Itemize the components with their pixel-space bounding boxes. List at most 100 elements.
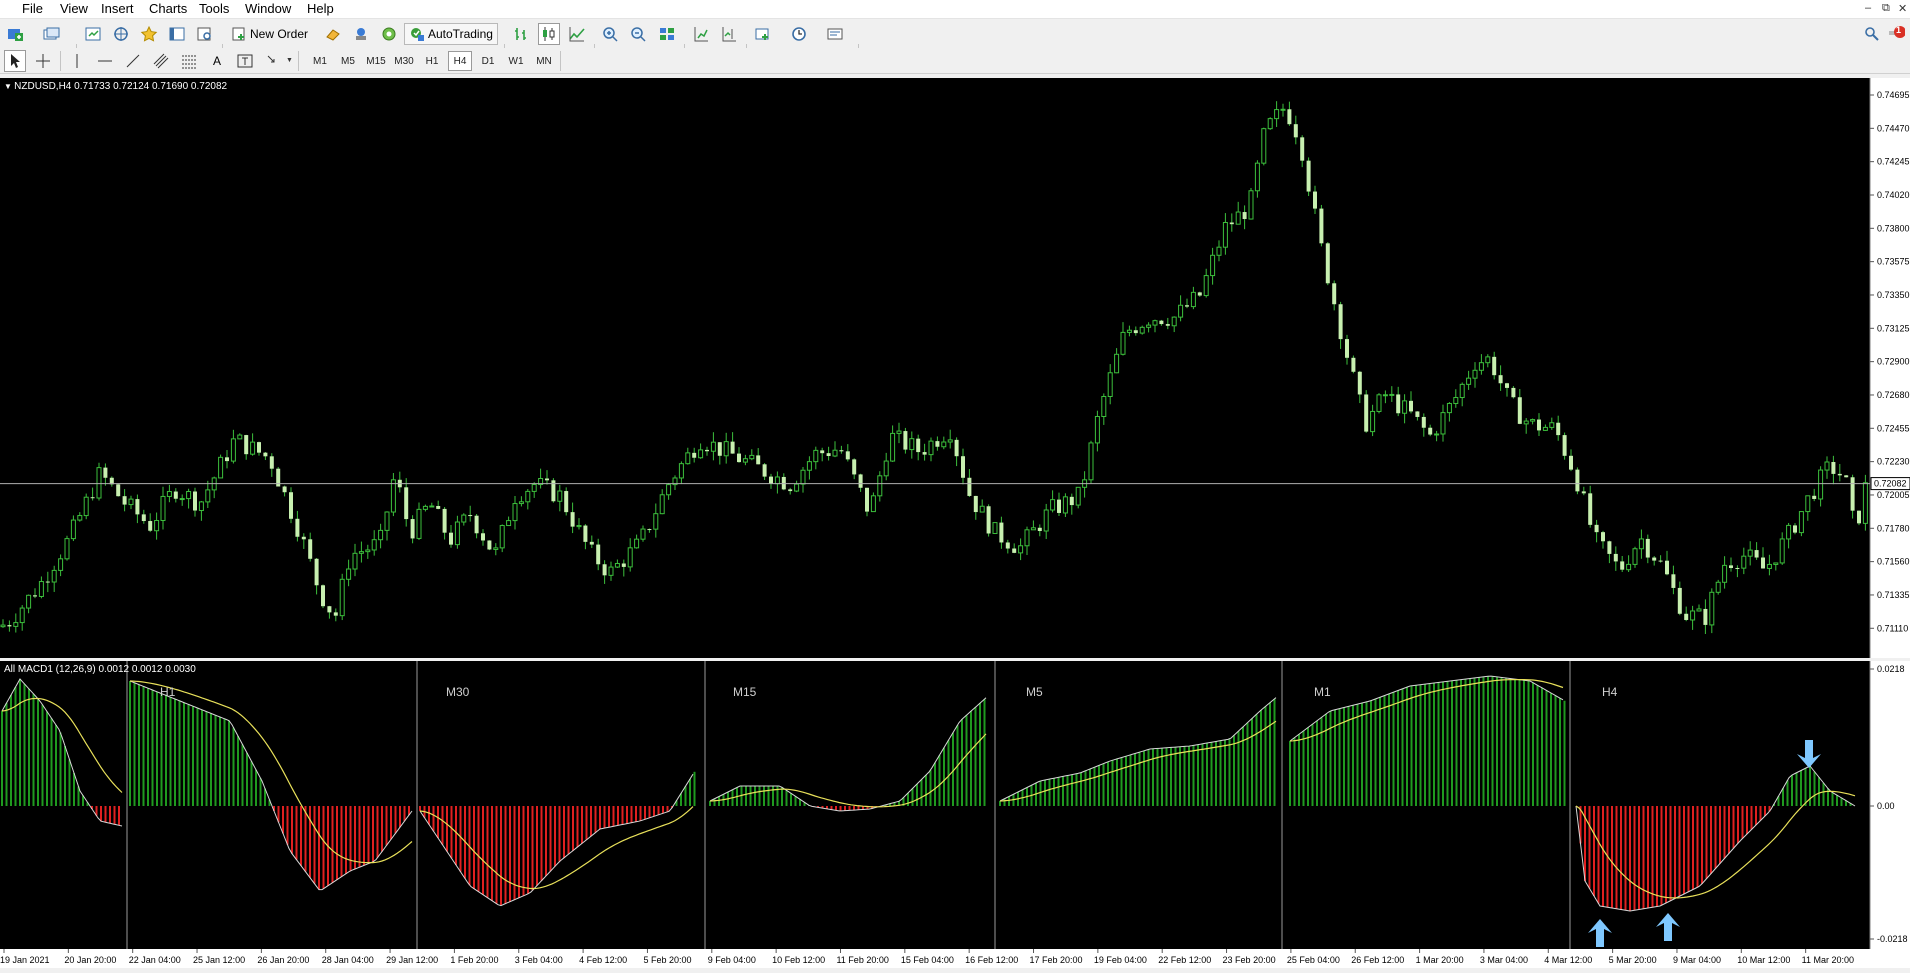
market-data-icon[interactable] <box>322 23 344 45</box>
candle-body-bull <box>1722 564 1728 583</box>
candle-body-bull <box>384 511 390 531</box>
chart-shift-icon[interactable] <box>718 23 740 45</box>
text-tool-icon[interactable]: A <box>206 50 228 72</box>
candle-body-bull <box>19 607 25 624</box>
periods-clock-icon[interactable] <box>788 23 810 45</box>
standard-toolbar: ▼ ▼ New Order <box>0 20 1910 64</box>
macd-svg[interactable]: 0.0218 0.00 -0.0218 <box>0 661 1910 949</box>
candle-body-bear <box>730 441 735 454</box>
text-label-icon[interactable] <box>234 50 256 72</box>
candle-body-bear <box>404 487 409 520</box>
candle-body-bear <box>327 606 332 613</box>
line-chart-icon[interactable] <box>566 23 588 45</box>
candle-body-bear <box>1601 532 1605 542</box>
candle-body-bear <box>1677 587 1682 614</box>
equidistant-channel-icon[interactable] <box>150 50 172 72</box>
menu-help[interactable]: Help <box>307 1 334 16</box>
timeframe-d1-button[interactable]: D1 <box>476 51 500 71</box>
menu-tools[interactable]: Tools <box>199 1 229 16</box>
candle-body-bull <box>1485 356 1491 364</box>
candle-body-bull <box>371 539 377 551</box>
bar-chart-icon[interactable] <box>510 23 532 45</box>
autotrading-button[interactable]: AutoTrading <box>404 23 498 45</box>
timeframe-mn-button[interactable]: MN <box>532 51 556 71</box>
menu-charts[interactable]: Charts <box>149 1 187 16</box>
candlestick-chart-icon[interactable] <box>538 23 560 45</box>
timeframe-m15-button[interactable]: M15 <box>364 51 388 71</box>
favorites-star-icon[interactable] <box>138 23 160 45</box>
search-icon[interactable] <box>1862 23 1882 45</box>
timeframe-w1-button[interactable]: W1 <box>504 51 528 71</box>
navigator-icon[interactable] <box>110 23 132 45</box>
trendline-icon[interactable] <box>122 50 144 72</box>
profiles-icon[interactable] <box>40 23 62 45</box>
arrows-icon[interactable] <box>262 50 284 72</box>
tile-windows-icon[interactable] <box>656 23 678 45</box>
timeframe-h4-button[interactable]: H4 <box>448 51 472 71</box>
new-order-label: New Order <box>250 27 309 41</box>
timeframe-h1-button[interactable]: H1 <box>420 51 444 71</box>
market-watch-icon[interactable] <box>82 23 104 45</box>
zoom-in-icon[interactable] <box>600 23 622 45</box>
triangle-down-icon[interactable]: ▼ <box>4 82 14 91</box>
menu-file[interactable]: File <box>22 1 43 16</box>
cursor-icon[interactable] <box>4 50 26 72</box>
new-order-button[interactable]: New Order <box>228 23 316 45</box>
candle-body-bull <box>992 522 998 534</box>
candle-body-bull <box>883 460 889 477</box>
timeframe-m1-button[interactable]: M1 <box>308 51 332 71</box>
candle-body-bull <box>13 622 19 627</box>
horizontal-line-icon[interactable] <box>94 50 116 72</box>
candle-body-bear <box>1229 222 1234 225</box>
time-tick-label: 26 Jan 20:00 <box>257 955 309 965</box>
candle-body-bear <box>135 499 140 515</box>
timeframe-m30-button[interactable]: M30 <box>392 51 416 71</box>
candle-body-bull <box>1043 509 1049 532</box>
candle-body-bull <box>1050 499 1056 511</box>
macd-indicator-panel[interactable]: 0.0218 0.00 -0.0218 All MACD1 (12,26,9) 0.… <box>0 661 1910 949</box>
candle-body-bear <box>564 491 569 513</box>
chevron-down-icon[interactable]: ▼ <box>286 57 293 64</box>
auto-scroll-icon[interactable] <box>690 23 712 45</box>
candle-body-bear <box>1517 397 1522 424</box>
candle-body-bull <box>742 458 748 463</box>
candle-body-bull <box>928 440 934 456</box>
terminal-window-icon[interactable] <box>166 23 188 45</box>
zoom-out-icon[interactable] <box>628 23 650 45</box>
crosshair-icon[interactable] <box>32 50 54 72</box>
metaeditor-icon[interactable] <box>378 23 400 45</box>
fibonacci-icon[interactable] <box>178 50 200 72</box>
price-chart-svg[interactable]: 0.74695 0.74470 0.74245 0.74020 0.73800 0.735… <box>0 78 1910 667</box>
time-tick-label: 29 Jan 12:00 <box>386 955 438 965</box>
close-button[interactable]: ✕ <box>1898 2 1907 15</box>
notifications-icon[interactable]: 1 <box>1886 23 1906 45</box>
candle-body-bull <box>83 496 89 517</box>
candle-body-bull <box>518 501 524 505</box>
toolbar-separator <box>560 51 561 71</box>
restore-button[interactable]: ⧉ <box>1882 2 1890 15</box>
templates-icon[interactable] <box>824 23 846 45</box>
signals-icon[interactable] <box>350 23 372 45</box>
vertical-line-icon[interactable] <box>66 50 88 72</box>
candle-body-bull <box>365 549 371 553</box>
time-tick-label: 26 Feb 12:00 <box>1351 955 1404 965</box>
candle-body-bull <box>1254 162 1260 192</box>
candle-body-bull <box>160 495 166 522</box>
price-chart-panel[interactable]: 0.74695 0.74470 0.74245 0.74020 0.73800 0.735… <box>0 78 1910 667</box>
candle-body-bull <box>1747 549 1753 557</box>
candle-body-bear <box>295 518 300 537</box>
new-chart-icon[interactable] <box>4 23 26 45</box>
candle-body-bull <box>198 501 204 512</box>
candle-body-bull <box>659 494 665 515</box>
minimize-button[interactable]: – <box>1865 2 1871 14</box>
new-order-icon <box>232 27 245 41</box>
candle-body-bull <box>832 449 838 457</box>
timeframe-m5-button[interactable]: M5 <box>336 51 360 71</box>
candle-body-bull <box>698 449 704 459</box>
menu-insert[interactable]: Insert <box>101 1 134 16</box>
menu-view[interactable]: View <box>60 1 88 16</box>
strategy-tester-icon[interactable] <box>194 23 216 45</box>
candle-body-bear <box>257 442 261 453</box>
menu-window[interactable]: Window <box>245 1 291 16</box>
indicators-icon[interactable] <box>752 23 774 45</box>
